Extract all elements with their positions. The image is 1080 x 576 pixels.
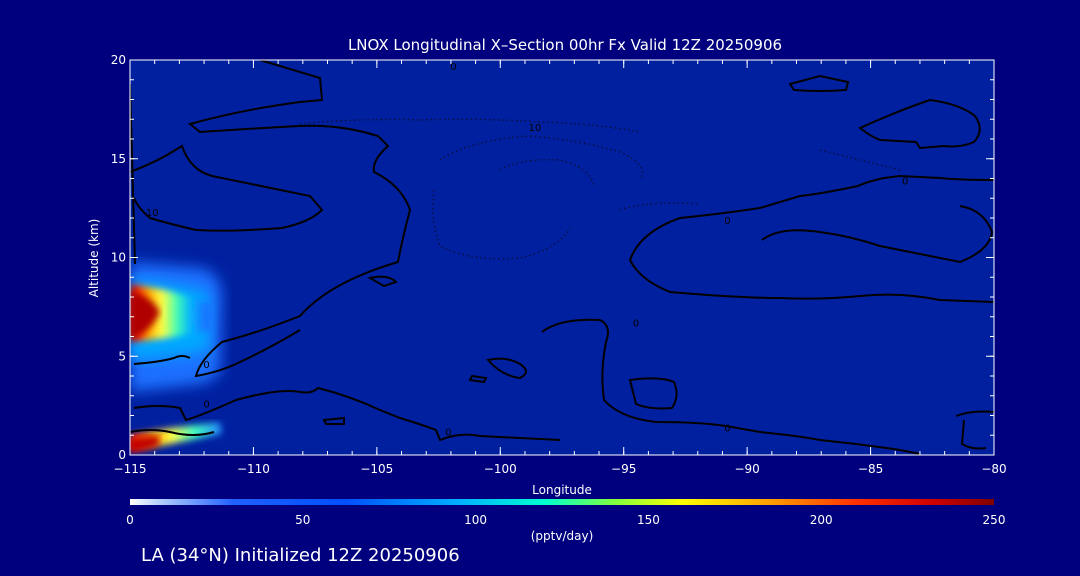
colorbar-label: (pptv/day) <box>531 529 594 543</box>
colorbar-tick-label: 50 <box>295 513 310 527</box>
contour-label: 10 <box>146 208 159 219</box>
plot-area <box>130 60 994 455</box>
footer-text: LA (34°N) Initialized 12Z 20250906 <box>141 545 460 566</box>
contour-label: 0 <box>203 360 209 371</box>
contour-label: 0 <box>445 427 451 438</box>
y-tick-label: 15 <box>111 152 126 166</box>
y-tick-label: 0 <box>118 448 126 462</box>
colorbar-tick-label: 150 <box>637 513 660 527</box>
x-tick-label: −105 <box>360 462 393 476</box>
x-tick-label: −115 <box>114 462 147 476</box>
colorbar-tick-label: 250 <box>983 513 1006 527</box>
lnox-chart: 01001000000 0 −115 −110 −105 −100 −95 −90 −85 −8… <box>87 36 1007 566</box>
chart-title: LNOX Longitudinal X–Section 00hr Fx Vali… <box>348 36 782 54</box>
contour-label: 0 <box>724 423 730 434</box>
x-tick-label: −110 <box>237 462 270 476</box>
colorbar-tick-label: 100 <box>464 513 487 527</box>
x-tick-label: −95 <box>611 462 636 476</box>
colorbar-tick-label: 0 <box>126 513 134 527</box>
x-tick-label: −80 <box>981 462 1006 476</box>
x-tick-label: −100 <box>484 462 517 476</box>
y-axis-label: Altitude (km) <box>87 219 101 298</box>
contour-label: 10 <box>528 123 541 134</box>
x-axis-label: Longitude <box>532 483 592 497</box>
y-tick-label: 20 <box>111 53 126 67</box>
x-tick-label: −90 <box>734 462 759 476</box>
contour-label: 0 <box>724 216 730 227</box>
y-tick-label: 5 <box>118 349 126 363</box>
contour-label: 0 <box>633 319 639 330</box>
x-tick-label: −85 <box>858 462 883 476</box>
contour-label: 0 <box>203 400 209 411</box>
colorbar-tick-label: 200 <box>810 513 833 527</box>
colorbar <box>130 499 994 505</box>
contour-label: 0 <box>902 176 908 187</box>
colorbar-ticks: 0 50 100 150 200 250 <box>126 513 1005 527</box>
y-tick-label: 10 <box>111 251 126 265</box>
